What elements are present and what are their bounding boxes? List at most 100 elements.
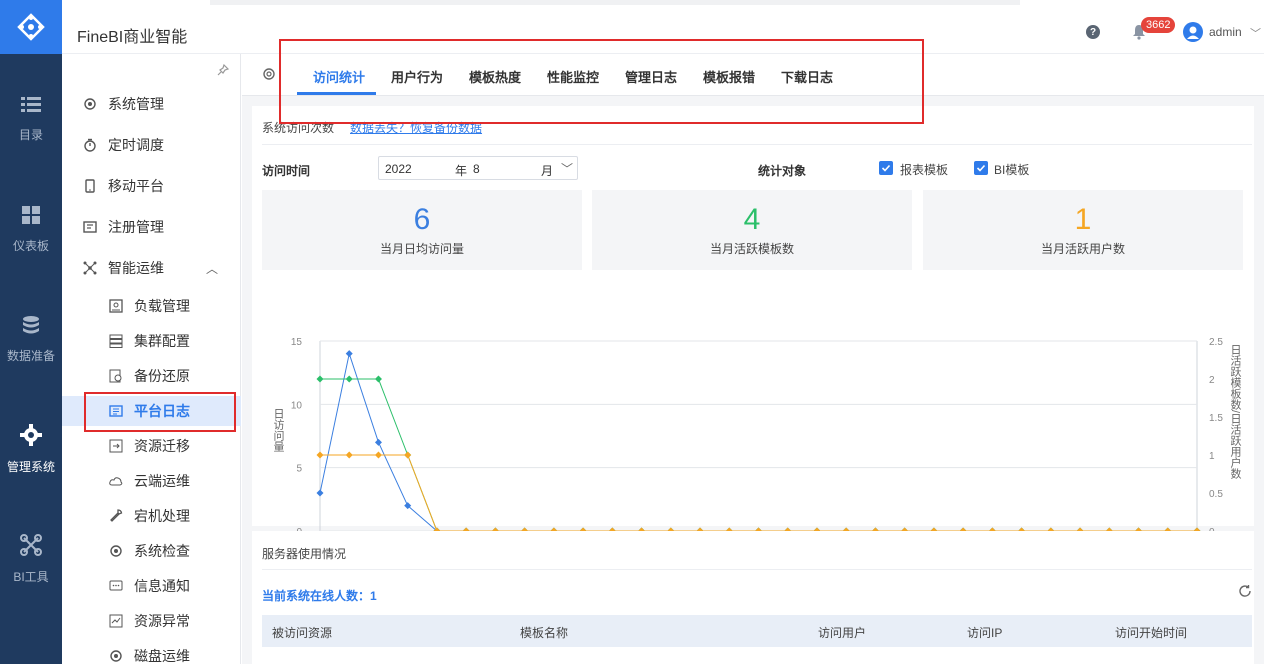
backup-icon	[108, 368, 124, 384]
check-icon	[976, 164, 986, 172]
submenu-item-backup[interactable]: 备份还原	[62, 361, 241, 391]
stat-card-avg-visits: 6 当月日均访问量	[262, 190, 582, 270]
logo[interactable]	[0, 0, 62, 54]
menu-label: 注册管理	[108, 219, 164, 235]
menu-label: 系统管理	[108, 96, 164, 112]
submenu-item-notify[interactable]: 信息通知	[62, 571, 241, 601]
submenu-item-disk[interactable]: 磁盘运维	[62, 641, 241, 664]
settings-icon	[82, 96, 98, 112]
menu-label: 资源异常	[134, 613, 190, 629]
data-point	[374, 438, 382, 446]
checkbox-report[interactable]	[879, 161, 893, 175]
rail-item-bi-tools[interactable]: BI工具	[0, 504, 62, 614]
time-label: 访问时间	[262, 164, 311, 178]
year-unit: 年	[455, 164, 468, 178]
settings-icon[interactable]	[262, 67, 276, 84]
checkbox-bi[interactable]	[974, 161, 988, 175]
stat-value: 4	[743, 203, 761, 236]
data-point	[345, 350, 353, 358]
highlight-box-menu	[84, 392, 236, 432]
rail-item-data-prep[interactable]: 数据准备	[0, 284, 62, 394]
menu-label: 宕机处理	[134, 508, 190, 524]
chevron-down-icon: ﹀	[561, 162, 574, 176]
y-right-tick-label: 1	[1209, 451, 1215, 462]
month-picker[interactable]: 2022 年 8 月 ﹀	[378, 156, 578, 180]
series-line	[320, 454, 1197, 532]
menu-label: 定时调度	[108, 137, 164, 153]
submenu-item-anomaly[interactable]: 资源异常	[62, 606, 241, 636]
y-right-tick-label: 1.5	[1209, 413, 1223, 424]
section-title: 服务器使用情况	[262, 547, 347, 561]
rail-label: 目录	[18, 127, 43, 142]
submenu-item-cloud[interactable]: 云端运维	[62, 466, 241, 496]
loading-bar	[210, 0, 1020, 5]
data-point	[374, 451, 382, 459]
visit-panel: 系统访问次数 数据丢失？恢复备份数据 访问时间 2022 年 8 月 ﹀ 统计对…	[252, 106, 1254, 552]
username[interactable]: admin	[1209, 25, 1242, 39]
y-axis-label: 日访问量	[272, 408, 285, 452]
logo-icon	[17, 13, 45, 41]
main-content: 访问统计 用户行为 模板热度 性能监控 管理日志 模板报错 下载日志 系统访问次…	[242, 39, 1264, 664]
data-point	[345, 451, 353, 459]
rail-label: 数据准备	[6, 348, 55, 363]
divider	[262, 144, 1252, 145]
checkbox-bi-label: BI模板	[994, 163, 1030, 177]
refresh-icon[interactable]	[1238, 584, 1252, 601]
submenu-item-migration[interactable]: 资源迁移	[62, 431, 241, 461]
y-tick-label: 10	[291, 400, 303, 411]
dashboard-icon	[22, 205, 40, 224]
submenu-item-cluster[interactable]: 集群配置	[62, 326, 241, 356]
submenu-item-load[interactable]: 负载管理	[62, 291, 241, 321]
submenu-item-crash[interactable]: 宕机处理	[62, 501, 241, 531]
list-icon	[21, 96, 41, 112]
series-line	[319, 351, 1197, 532]
online-count: 当前系统在线人数：1	[262, 589, 377, 603]
menu-label: 移动平台	[108, 178, 164, 194]
register-icon	[82, 219, 98, 235]
menu-item-system[interactable]: 系统管理	[62, 89, 241, 119]
pin-icon[interactable]	[217, 63, 230, 79]
migration-icon	[108, 438, 124, 454]
menu-item-register[interactable]: 注册管理	[62, 212, 241, 242]
column-header: 访问IP	[967, 626, 1003, 640]
chevron-up-icon[interactable]: ︿	[206, 260, 218, 277]
rail-item-admin[interactable]: 管理系统	[0, 394, 62, 504]
data-point	[404, 451, 412, 459]
ops-icon	[82, 260, 98, 276]
highlight-box-tabs	[279, 39, 924, 124]
column-header: 访问开始时间	[1115, 626, 1188, 640]
menu-item-mobile[interactable]: 移动平台	[62, 171, 241, 201]
menu-label: 云端运维	[134, 473, 190, 489]
menu-label: 系统检查	[134, 543, 190, 559]
left-rail: 目录 仪表板 数据准备 管理系统 BI工具	[0, 0, 62, 664]
column-header: 被访问资源	[272, 626, 333, 640]
chevron-down-icon[interactable]: ﹀	[1250, 25, 1261, 41]
avatar[interactable]	[1183, 22, 1203, 42]
stat-value: 6	[413, 203, 431, 236]
notification-badge: 3662	[1141, 17, 1176, 33]
user-icon	[1187, 26, 1199, 39]
rail-item-catalog[interactable]: 目录	[0, 64, 62, 174]
submenu-item-check[interactable]: 系统检查	[62, 536, 241, 566]
menu-item-schedule[interactable]: 定时调度	[62, 130, 241, 160]
mobile-icon	[82, 178, 98, 194]
y-right-tick-label: 0.5	[1209, 489, 1223, 500]
cloud-icon	[108, 473, 124, 489]
menu-label: 集群配置	[134, 333, 190, 349]
gear-icon	[20, 423, 42, 446]
data-point	[374, 375, 382, 383]
data-point	[316, 451, 324, 459]
y-right-tick-label: 2	[1209, 375, 1215, 386]
cluster-icon	[108, 333, 124, 349]
checkbox-report-label: 报表模板	[900, 163, 949, 177]
database-icon	[23, 315, 39, 333]
app-title: FineBI商业智能	[77, 29, 188, 46]
menu-item-ops[interactable]: 智能运维 ︿	[62, 253, 241, 283]
help-icon[interactable]: ?	[1086, 25, 1100, 39]
check-settings-icon	[108, 543, 124, 559]
y-right-axis-label: 日活跃模板数/日活跃用户数	[1229, 344, 1242, 480]
target-label: 统计对象	[758, 164, 807, 178]
load-icon	[108, 298, 124, 314]
rail-item-dashboard[interactable]: 仪表板	[0, 174, 62, 284]
divider	[262, 569, 1252, 570]
